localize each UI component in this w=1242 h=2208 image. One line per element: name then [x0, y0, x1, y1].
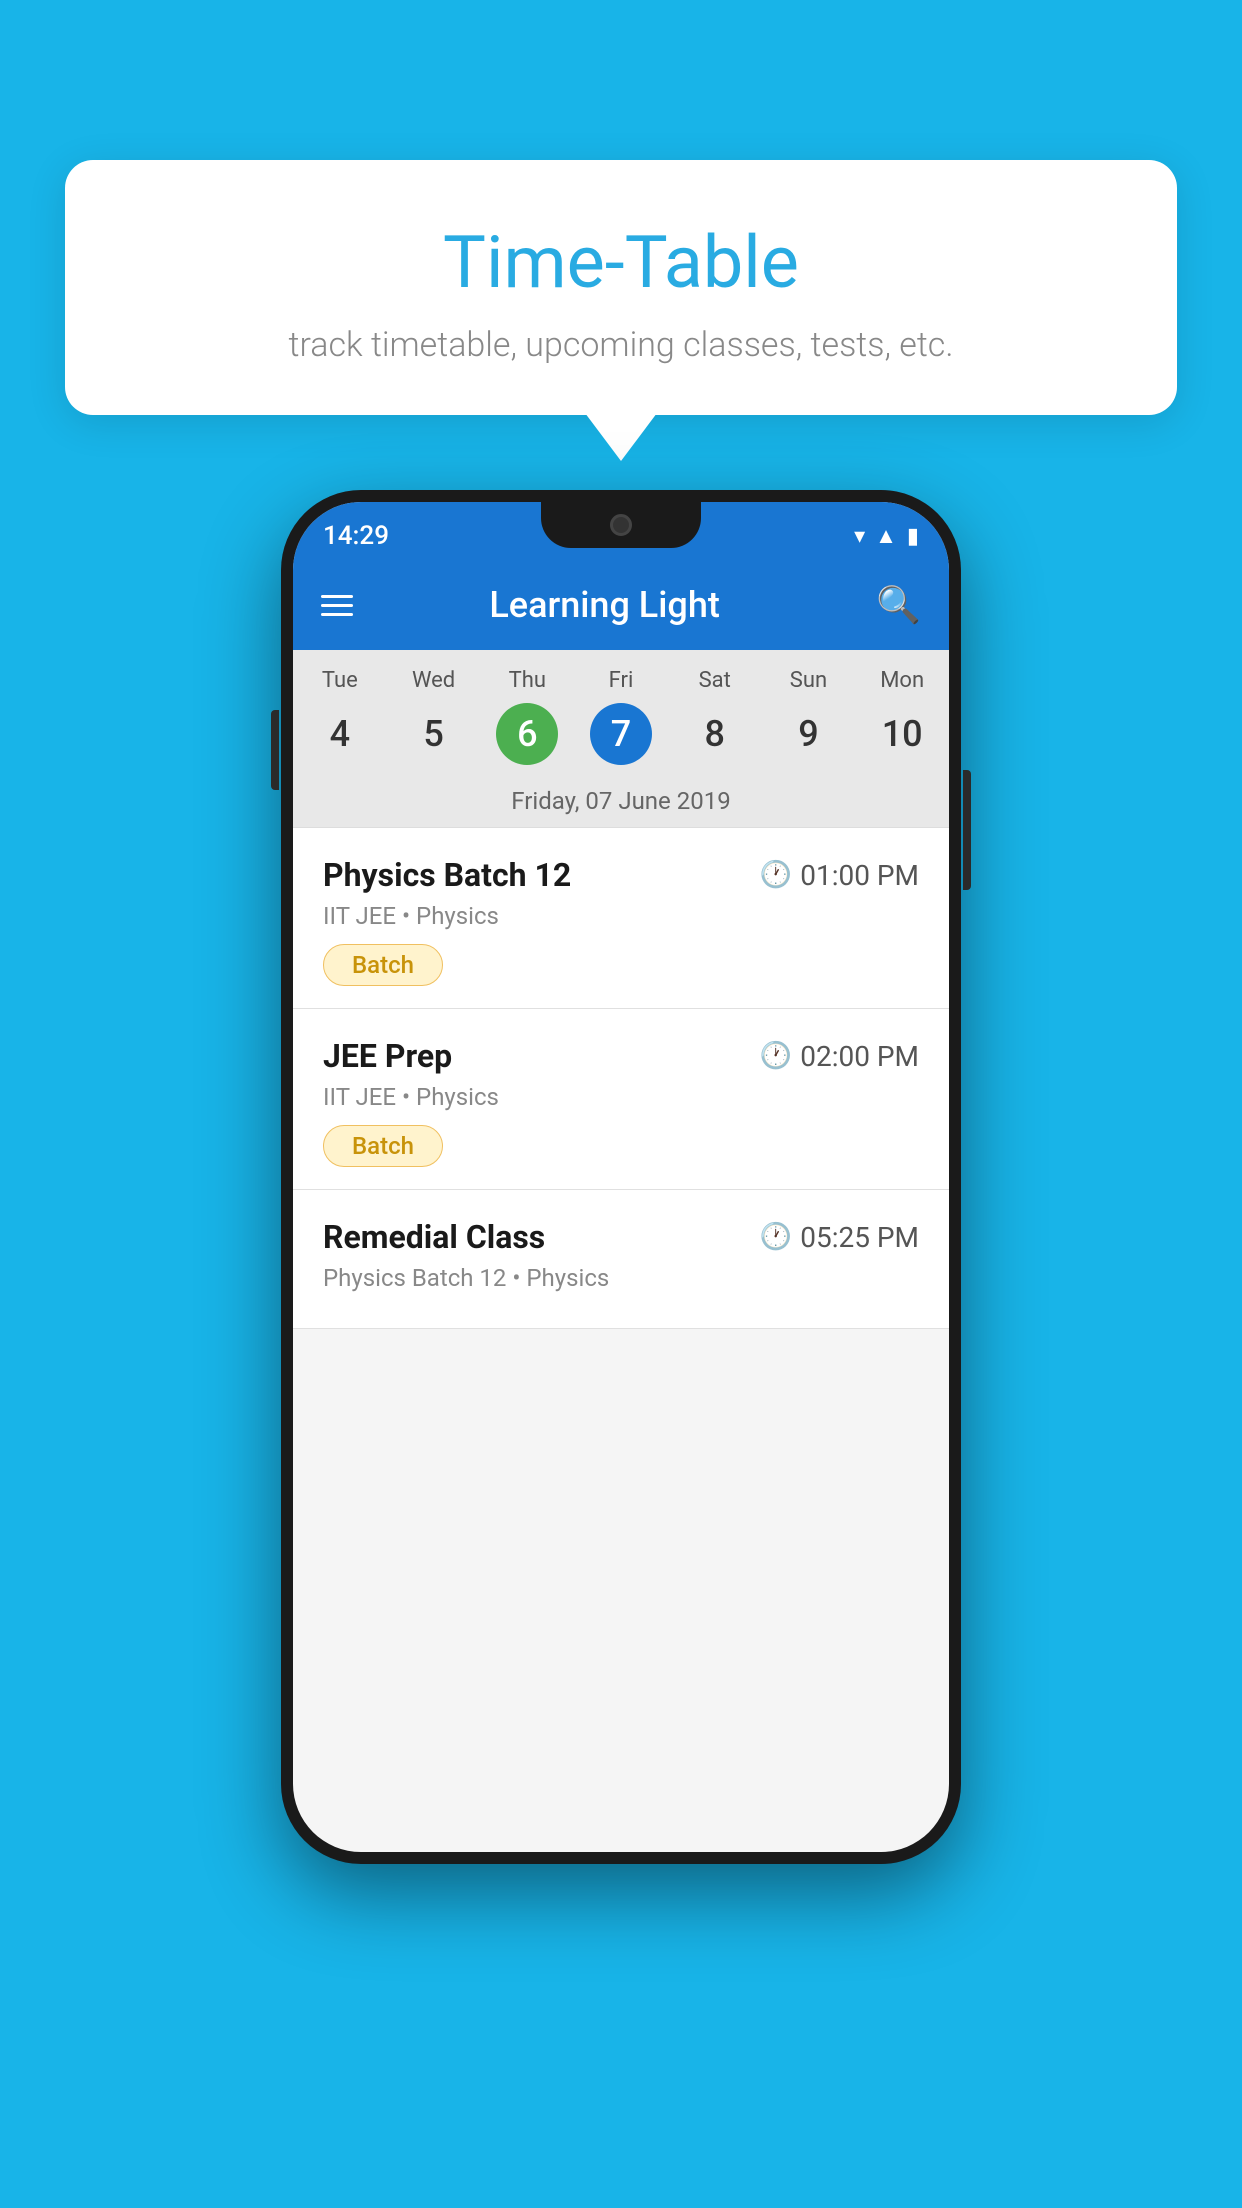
- class-item-header: Physics Batch 12 🕐 01:00 PM: [323, 856, 919, 894]
- side-button-volume: [271, 710, 279, 790]
- calendar-day-col[interactable]: Thu 6: [480, 668, 574, 765]
- class-time-label: 02:00 PM: [800, 1040, 919, 1073]
- class-time-label: 01:00 PM: [800, 859, 919, 892]
- wifi-icon: ▾: [854, 524, 865, 549]
- calendar-day-col[interactable]: Sun 9: [762, 668, 856, 765]
- class-meta: Physics Batch 12 • Physics: [323, 1264, 919, 1292]
- class-time: 🕐 02:00 PM: [760, 1040, 919, 1073]
- class-item[interactable]: Physics Batch 12 🕐 01:00 PM IIT JEE • Ph…: [293, 828, 949, 1009]
- phone-notch: [541, 502, 701, 548]
- calendar-day-col[interactable]: Fri 7: [574, 668, 668, 765]
- class-name: Physics Batch 12: [323, 856, 571, 894]
- status-icons: ▾ ▲ ▮: [854, 523, 919, 549]
- class-name: Remedial Class: [323, 1218, 545, 1256]
- day-number[interactable]: 6: [496, 703, 558, 765]
- class-item[interactable]: JEE Prep 🕐 02:00 PM IIT JEE • Physics Ba…: [293, 1009, 949, 1190]
- search-button[interactable]: 🔍: [876, 584, 921, 626]
- class-time: 🕐 05:25 PM: [760, 1221, 919, 1254]
- day-number[interactable]: 8: [684, 703, 746, 765]
- day-name: Tue: [322, 668, 358, 693]
- day-name: Sun: [790, 668, 827, 693]
- class-list: Physics Batch 12 🕐 01:00 PM IIT JEE • Ph…: [293, 828, 949, 1329]
- phone-camera: [610, 514, 632, 536]
- signal-icon: ▲: [875, 523, 897, 549]
- clock-icon: 🕐: [760, 1041, 792, 1071]
- class-meta: IIT JEE • Physics: [323, 902, 919, 930]
- class-time: 🕐 01:00 PM: [760, 859, 919, 892]
- batch-badge: Batch: [323, 1125, 443, 1167]
- day-number[interactable]: 10: [871, 703, 933, 765]
- phone-mockup: 14:29 ▾ ▲ ▮ Learning Light 🔍: [281, 490, 961, 1864]
- class-meta: IIT JEE • Physics: [323, 1083, 919, 1111]
- day-name: Fri: [609, 668, 634, 693]
- class-time-label: 05:25 PM: [800, 1221, 919, 1254]
- phone-screen: 14:29 ▾ ▲ ▮ Learning Light 🔍: [293, 502, 949, 1852]
- app-bar: Learning Light 🔍: [293, 560, 949, 650]
- tooltip-subtitle: track timetable, upcoming classes, tests…: [115, 325, 1127, 365]
- class-item-header: Remedial Class 🕐 05:25 PM: [323, 1218, 919, 1256]
- side-button-power: [963, 770, 971, 890]
- status-time: 14:29: [323, 521, 389, 551]
- tooltip-card: Time-Table track timetable, upcoming cla…: [65, 160, 1177, 415]
- day-name: Mon: [880, 668, 924, 693]
- class-item-header: JEE Prep 🕐 02:00 PM: [323, 1037, 919, 1075]
- day-name: Sat: [699, 668, 731, 693]
- day-name: Wed: [412, 668, 455, 693]
- hamburger-menu[interactable]: [321, 595, 353, 616]
- day-number[interactable]: 5: [403, 703, 465, 765]
- clock-icon: 🕐: [760, 1222, 792, 1252]
- class-name: JEE Prep: [323, 1037, 452, 1075]
- day-number[interactable]: 9: [777, 703, 839, 765]
- calendar-day-col[interactable]: Wed 5: [387, 668, 481, 765]
- calendar-day-col[interactable]: Tue 4: [293, 668, 387, 765]
- battery-icon: ▮: [907, 524, 919, 549]
- calendar-day-col[interactable]: Sat 8: [668, 668, 762, 765]
- clock-icon: 🕐: [760, 860, 792, 890]
- app-title: Learning Light: [353, 584, 856, 626]
- class-item[interactable]: Remedial Class 🕐 05:25 PM Physics Batch …: [293, 1190, 949, 1329]
- day-number[interactable]: 4: [309, 703, 371, 765]
- calendar-day-col[interactable]: Mon 10: [855, 668, 949, 765]
- selected-date-label: Friday, 07 June 2019: [293, 775, 949, 828]
- tooltip-title: Time-Table: [115, 220, 1127, 305]
- day-number[interactable]: 7: [590, 703, 652, 765]
- batch-badge: Batch: [323, 944, 443, 986]
- calendar-week-header: Tue 4 Wed 5 Thu 6 Fri 7 Sat 8 Sun 9 Mon 10: [293, 650, 949, 775]
- phone-outer: 14:29 ▾ ▲ ▮ Learning Light 🔍: [281, 490, 961, 1864]
- day-name: Thu: [509, 668, 546, 693]
